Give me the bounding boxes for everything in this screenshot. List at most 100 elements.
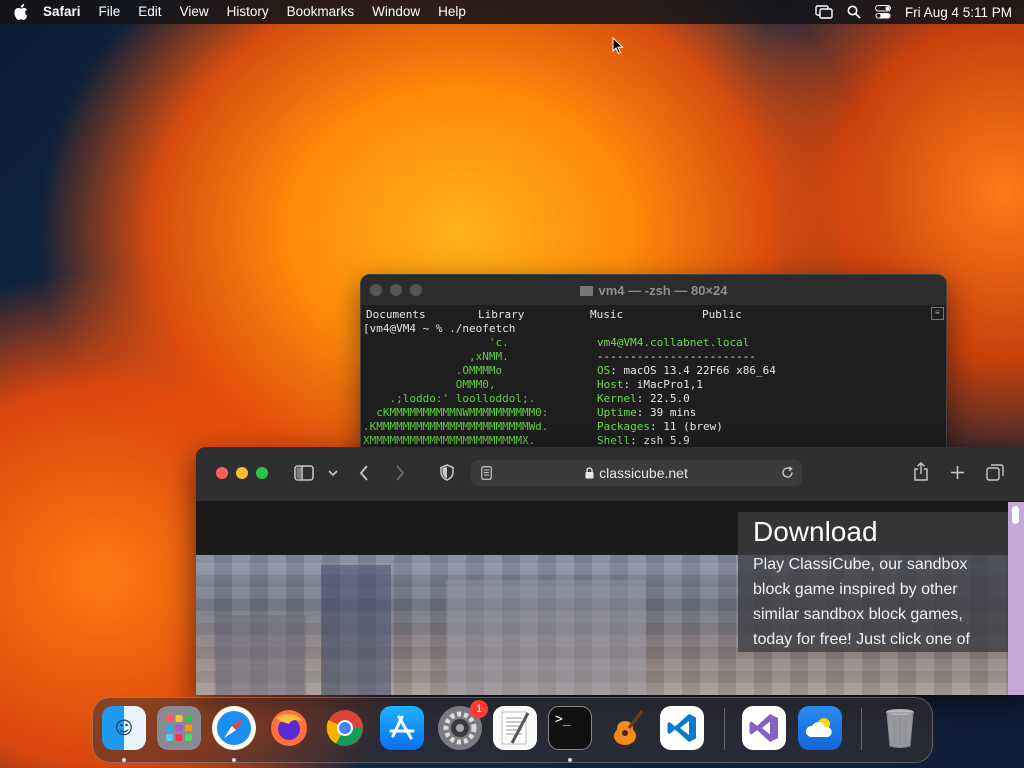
neofetch-info: vm4@VM4.collabnet.local -----------------… xyxy=(597,336,776,448)
logo-line: cKMMMMMMMMMMNWMMMMMMMMMM0: xyxy=(363,406,549,419)
launchpad-icon[interactable] xyxy=(157,706,201,750)
trash-icon[interactable] xyxy=(878,706,922,750)
back-chevron-icon[interactable] xyxy=(359,465,369,481)
notification-badge: 1 xyxy=(470,700,488,718)
menu-app-name[interactable]: Safari xyxy=(34,0,90,24)
dock: ☺ 1 >_ xyxy=(92,697,933,763)
info-key: Shell xyxy=(597,434,631,447)
terminal-titlebar[interactable]: vm4 — -zsh — 80×24 xyxy=(361,275,946,305)
visual-studio-icon[interactable] xyxy=(742,706,786,750)
logo-line: XMMMMMMMMMMMMMMMMMMMMMMMX. xyxy=(363,434,536,447)
info-value: macOS 13.4 22F66 x86_64 xyxy=(623,364,776,377)
info-key: Host xyxy=(597,378,624,391)
terminal-scroll-icon[interactable]: ≡ xyxy=(931,307,944,320)
running-indicator xyxy=(568,758,572,762)
info-key: Kernel xyxy=(597,392,637,405)
info-value: 39 mins xyxy=(650,406,697,419)
sidebar-toggle-icon[interactable] xyxy=(294,465,314,481)
terminal-icon[interactable]: >_ xyxy=(548,706,592,750)
control-center-icon[interactable] xyxy=(874,5,891,19)
new-tab-plus-icon[interactable] xyxy=(950,465,965,480)
menu-history[interactable]: History xyxy=(218,0,278,24)
neofetch-user-host: vm4@VM4.collabnet.local xyxy=(597,336,750,349)
reader-mode-icon[interactable] xyxy=(481,466,492,480)
safari-zoom-button[interactable] xyxy=(256,467,268,479)
textedit-icon[interactable] xyxy=(493,706,537,750)
menu-clock[interactable]: Fri Aug 4 5:11 PM xyxy=(905,5,1012,20)
logo-line: .KMMMMMMMMMMMMMMMMMMMMMMMWd. xyxy=(363,420,549,433)
forward-chevron-icon[interactable] xyxy=(395,465,405,481)
safari-minimize-button[interactable] xyxy=(236,467,248,479)
info-row: Kernel: 22.5.0 xyxy=(597,392,690,405)
screen-mirroring-icon[interactable] xyxy=(815,5,833,19)
download-description: Play ClassiCube, our sandbox block game … xyxy=(753,556,970,648)
download-heading: Download xyxy=(753,516,878,547)
logo-line: .;loddo:' loolloddol;. xyxy=(363,392,536,405)
page-scrollbar[interactable] xyxy=(1008,502,1024,695)
neofetch-logo: 'c. ,xNMM. .OMMMMo OMMM0, .;loddo:' lool… xyxy=(363,336,597,448)
firefox-icon[interactable] xyxy=(267,706,311,750)
info-key: Packages xyxy=(597,420,650,433)
dock-divider xyxy=(724,708,725,750)
menu-bookmarks[interactable]: Bookmarks xyxy=(278,0,364,24)
mouse-cursor-icon xyxy=(612,37,624,55)
info-value: 22.5.0 xyxy=(650,392,690,405)
scrollbar-thumb[interactable] xyxy=(1012,506,1019,524)
dock-divider xyxy=(861,708,862,750)
safari-toolbar: classicube.net xyxy=(196,447,1024,502)
reload-icon[interactable] xyxy=(781,466,794,479)
dir-entry: Public xyxy=(702,308,742,321)
vscode-icon[interactable] xyxy=(660,706,704,750)
terminal-dir-listing: Documents Library Music Public xyxy=(363,308,946,322)
settings-icon[interactable]: 1 xyxy=(438,700,488,750)
terminal-title: vm4 — -zsh — 80×24 xyxy=(598,282,728,298)
garageband-icon[interactable] xyxy=(605,706,649,750)
dir-entry: Library xyxy=(478,308,525,321)
info-key: OS xyxy=(597,364,611,377)
running-indicator xyxy=(122,758,126,762)
info-row: Host: iMacPro1,1 xyxy=(597,378,703,391)
logo-line: .OMMMMo xyxy=(363,364,503,377)
menu-view[interactable]: View xyxy=(171,0,218,24)
terminal-window[interactable]: vm4 — -zsh — 80×24 Documents Library Music… xyxy=(360,274,947,456)
chrome-icon[interactable] xyxy=(323,706,367,750)
folder-icon xyxy=(579,285,593,296)
lock-icon xyxy=(585,467,594,479)
info-value: 11 (brew) xyxy=(663,420,723,433)
finder-icon[interactable]: ☺ xyxy=(102,706,146,750)
web-content[interactable]: Download Play ClassiCube, our sandbox bl… xyxy=(196,502,1010,695)
terminal-output[interactable]: Documents Library Music Public [vm4@VM4 ~ % … xyxy=(361,305,946,448)
menu-edit[interactable]: Edit xyxy=(129,0,170,24)
menu-help[interactable]: Help xyxy=(429,0,475,24)
dir-entry: Music xyxy=(590,308,624,321)
running-indicator xyxy=(232,758,236,762)
weather-icon[interactable] xyxy=(798,706,842,750)
safari-icon[interactable] xyxy=(212,706,256,750)
safari-close-button[interactable] xyxy=(216,467,228,479)
spotlight-search-icon[interactable] xyxy=(847,5,861,19)
dir-entry: Documents xyxy=(366,308,426,321)
logo-line: ,xNMM. xyxy=(363,350,509,363)
url-text: classicube.net xyxy=(599,465,688,481)
logo-line: OMMM0, xyxy=(363,378,496,391)
safari-window[interactable]: classicube.net Download Play ClassiCube,… xyxy=(196,447,1024,695)
apple-menu-icon[interactable] xyxy=(14,4,28,20)
info-value: zsh 5.9 xyxy=(643,434,690,447)
download-panel: Download Play ClassiCube, our sandbox bl… xyxy=(738,512,1010,652)
info-key: Uptime xyxy=(597,406,637,419)
address-bar[interactable]: classicube.net xyxy=(471,460,802,486)
menu-window[interactable]: Window xyxy=(363,0,429,24)
menu-bar: Safari File Edit View History Bookmarks … xyxy=(0,0,1024,24)
terminal-prompt: vm4@VM4 ~ % ./neofetch xyxy=(369,322,516,335)
neofetch-separator: ------------------------ xyxy=(597,350,756,363)
menu-file[interactable]: File xyxy=(90,0,130,24)
info-row: Packages: 11 (brew) xyxy=(597,420,723,433)
privacy-shield-icon[interactable] xyxy=(440,464,454,481)
share-icon[interactable] xyxy=(913,462,929,481)
app-store-icon[interactable] xyxy=(380,706,424,750)
tab-group-chevron-down-icon[interactable] xyxy=(328,469,338,477)
info-value: iMacPro1,1 xyxy=(636,378,703,391)
info-row: Shell: zsh 5.9 xyxy=(597,434,690,447)
tab-overview-icon[interactable] xyxy=(986,464,1004,481)
logo-line: 'c. xyxy=(363,336,509,349)
